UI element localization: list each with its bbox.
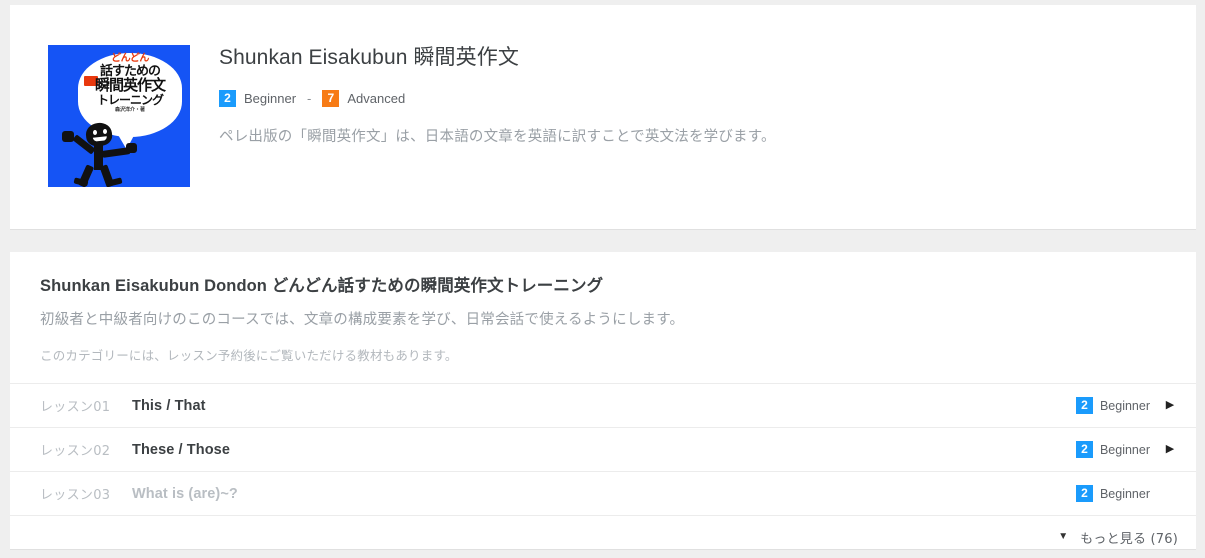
book-header-card: どんどん 話すための 瞬間英作文 トレーニング 森沢洋介・著 Shunkan E… (10, 5, 1196, 230)
book-title-jp: 瞬間英作文 (413, 45, 519, 69)
table-row: レッスン03 What is (are)~? 2 Beginner (10, 472, 1196, 516)
show-more-label: もっと見る (76) (1080, 531, 1178, 547)
book-header-inner: どんどん 話すための 瞬間英作文 トレーニング 森沢洋介・著 Shunkan E… (10, 5, 1196, 187)
lesson-number: レッスン01 (40, 400, 111, 415)
page-title: Shunkan Eisakubun 瞬間英作文 (219, 45, 776, 70)
chevron-right-icon[interactable]: ▶ (1162, 400, 1178, 411)
chevron-down-icon: ▼ (1058, 531, 1069, 542)
table-row[interactable]: レッスン01 This / That 2 Beginner ▶ (10, 384, 1196, 428)
level-to-badge: 7 (322, 90, 340, 108)
lesson-level-badge: 2 (1075, 441, 1093, 458)
course-note: このカテゴリーには、レッスン予約後にご覧いただける教材もあります。 (40, 348, 458, 363)
cover-line-3: 瞬間英作文 (94, 76, 166, 95)
lesson-title: What is (are)~? (132, 485, 238, 502)
book-description: ペレ出版の「瞬間英作文」は、日本語の文章を英語に訳すことで英文法を学びます。 (219, 129, 776, 146)
cover-author: 森沢洋介・著 (114, 107, 145, 114)
cover-line-4: トレーニング (96, 92, 164, 107)
cover-figure-eye-right (103, 129, 107, 134)
lesson-title: This / That (132, 397, 206, 414)
lesson-level-badge: 2 (1075, 485, 1093, 502)
chevron-right-icon[interactable]: ▶ (1162, 444, 1178, 455)
lesson-number: レッスン03 (40, 488, 111, 503)
lesson-list: レッスン01 This / That 2 Beginner ▶ レッスン02 T… (10, 383, 1196, 516)
level-range: 2 Beginner - 7 Advanced (219, 90, 776, 108)
course-title: Shunkan Eisakubun Dondon どんどん話すための瞬間英作文ト… (40, 272, 1166, 296)
cover-text-block: どんどん 話すための 瞬間英作文 トレーニング 森沢洋介・著 (80, 53, 180, 114)
page-root: どんどん 話すための 瞬間英作文 トレーニング 森沢洋介・著 Shunkan E… (0, 0, 1205, 555)
level-from-badge: 2 (219, 90, 236, 108)
course-title-jp: どんどん話すための瞬間英作文トレーニング (271, 276, 604, 295)
level-to-label: Advanced (347, 91, 406, 107)
course-header: Shunkan Eisakubun Dondon どんどん話すための瞬間英作文ト… (10, 252, 1196, 364)
level-separator: - (307, 91, 312, 107)
show-more-button[interactable]: ▼ もっと見る (76) (10, 516, 1196, 558)
lesson-level-label: Beginner (1099, 398, 1150, 413)
book-title-en: Shunkan Eisakubun (219, 46, 408, 69)
lesson-level: 2 Beginner ▶ (1075, 441, 1178, 458)
table-row[interactable]: レッスン02 These / Those 2 Beginner ▶ (10, 428, 1196, 472)
course-description: 初級者と中級者向けのこのコースでは、文章の構成要素を学び、日常会話で使えるように… (40, 312, 685, 328)
book-cover-image: どんどん 話すための 瞬間英作文 トレーニング 森沢洋介・著 (48, 45, 190, 187)
cover-line-1: どんどん (111, 53, 149, 64)
lesson-number: レッスン02 (40, 444, 111, 459)
cover-figure-fist-left (62, 131, 74, 142)
lesson-level: 2 Beginner ▶ (1075, 397, 1178, 414)
lesson-level-label: Beginner (1099, 442, 1150, 457)
book-info: Shunkan Eisakubun 瞬間英作文 2 Beginner - 7 A… (190, 45, 776, 146)
lesson-level-label: Beginner (1099, 486, 1150, 501)
cover-figure-fist-right (126, 143, 137, 153)
lesson-title: These / Those (132, 441, 230, 458)
cover-figure-eye-left (93, 130, 97, 135)
level-from-label: Beginner (244, 91, 297, 107)
lesson-level: 2 Beginner (1075, 485, 1178, 502)
course-card: Shunkan Eisakubun Dondon どんどん話すための瞬間英作文ト… (10, 252, 1196, 550)
course-title-en: Shunkan Eisakubun Dondon (40, 277, 267, 295)
lesson-level-badge: 2 (1075, 397, 1093, 414)
